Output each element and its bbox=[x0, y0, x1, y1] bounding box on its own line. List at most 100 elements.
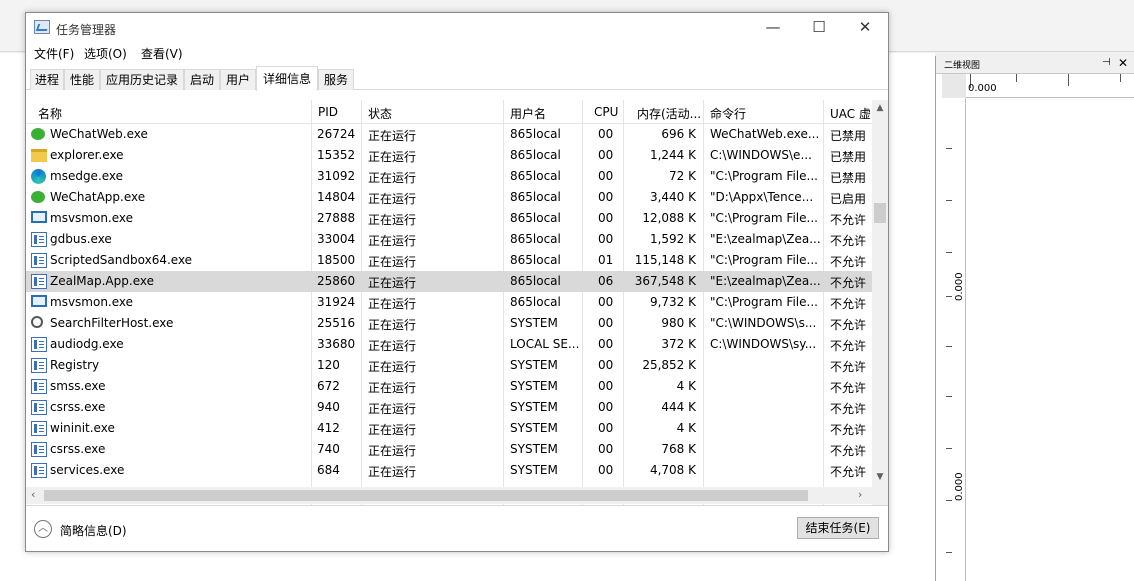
process-name: ScriptedSandbox64.exe bbox=[50, 253, 193, 267]
table-row[interactable]: explorer.exe 15352 正在运行 865local 00 1,244 K C:… bbox=[26, 145, 872, 166]
process-name: explorer.exe bbox=[50, 148, 124, 162]
table-row[interactable]: Registry 120 正在运行 SYSTEM 00 25,852 K 不允许 bbox=[26, 355, 872, 376]
process-user: SYSTEM bbox=[510, 316, 558, 330]
process-uac: 不允许 bbox=[830, 465, 867, 479]
table-row[interactable]: csrss.exe 940 正在运行 SYSTEM 00 444 K 不允许 bbox=[26, 397, 872, 418]
table-row[interactable]: audiodg.exe 33680 正在运行 LOCAL SE... 00 372 K C:… bbox=[26, 334, 872, 355]
edge-icon bbox=[31, 169, 46, 184]
process-uac: 不允许 bbox=[830, 381, 867, 395]
scroll-right-icon[interactable]: › bbox=[858, 488, 862, 501]
menu-options[interactable]: 选项(O) bbox=[84, 45, 127, 62]
end-task-button[interactable]: 结束任务(E) bbox=[797, 517, 879, 539]
process-pid: 740 bbox=[317, 442, 340, 456]
table-row[interactable]: ZealMap.App.exe 25860 正在运行 865local 06 367,54… bbox=[26, 271, 872, 292]
process-cpu: 00 bbox=[598, 169, 614, 183]
horizontal-scrollbar[interactable]: ‹ › bbox=[26, 487, 872, 504]
process-name: WeChatApp.exe bbox=[50, 190, 146, 204]
tab-startup[interactable]: 启动 bbox=[184, 69, 220, 90]
tab-details[interactable]: 详细信息 bbox=[256, 66, 318, 91]
table-row[interactable]: wininit.exe 412 正在运行 SYSTEM 00 4 K 不允许 bbox=[26, 418, 872, 439]
process-uac: 不允许 bbox=[830, 276, 867, 290]
process-uac: 不允许 bbox=[830, 402, 867, 416]
process-pid: 412 bbox=[317, 421, 340, 435]
process-name: WeChatWeb.exe bbox=[50, 127, 148, 141]
task-manager-icon bbox=[34, 20, 50, 34]
process-user: LOCAL SE... bbox=[510, 337, 580, 351]
process-command-line: "D:\Appx\Tence... bbox=[710, 190, 814, 204]
minimize-button[interactable]: — bbox=[750, 13, 796, 43]
vertical-scrollbar[interactable]: ▲ ▼ bbox=[872, 100, 888, 505]
process-cpu: 00 bbox=[598, 190, 614, 204]
pin-icon[interactable]: ⊣ bbox=[1102, 57, 1111, 68]
process-cpu: 00 bbox=[598, 316, 614, 330]
scroll-down-icon[interactable]: ▼ bbox=[872, 472, 888, 482]
process-uac: 不允许 bbox=[830, 444, 867, 458]
column-cpu[interactable]: CPU bbox=[594, 105, 618, 119]
process-pid: 684 bbox=[317, 463, 340, 477]
column-pid[interactable]: PID bbox=[318, 105, 338, 119]
tab-users[interactable]: 用户 bbox=[220, 69, 256, 90]
ruler-y-label: 0.000 bbox=[954, 472, 965, 501]
title-bar[interactable]: 任务管理器 — ☐ ✕ bbox=[26, 13, 888, 43]
close-icon[interactable]: ✕ bbox=[1118, 56, 1128, 70]
process-pid: 25860 bbox=[317, 274, 356, 288]
column-command-line[interactable]: 命令行 bbox=[710, 105, 746, 122]
scroll-up-icon[interactable]: ▲ bbox=[872, 103, 888, 113]
tab-services[interactable]: 服务 bbox=[318, 69, 354, 90]
process-command-line: WeChatWeb.exe... bbox=[710, 127, 820, 141]
process-pid: 18500 bbox=[317, 253, 356, 267]
process-pid: 25516 bbox=[317, 316, 356, 330]
column-memory[interactable]: 内存(活动... bbox=[637, 105, 701, 122]
table-row[interactable]: SearchFilterHost.exe 25516 正在运行 SYSTEM 00 980… bbox=[26, 313, 872, 334]
process-user: 865local bbox=[510, 169, 561, 183]
process-name: csrss.exe bbox=[50, 400, 106, 414]
process-cpu: 00 bbox=[598, 400, 614, 414]
process-command-line: "E:\zealmap\Zea... bbox=[710, 232, 820, 246]
app-icon bbox=[31, 379, 47, 394]
vertical-ruler bbox=[942, 98, 966, 581]
process-name: smss.exe bbox=[50, 379, 106, 393]
app-icon bbox=[31, 358, 47, 373]
app-icon bbox=[31, 421, 47, 436]
table-row[interactable]: smss.exe 672 正在运行 SYSTEM 00 4 K 不允许 bbox=[26, 376, 872, 397]
table-row[interactable]: ScriptedSandbox64.exe 18500 正在运行 865local 01… bbox=[26, 250, 872, 271]
collapse-chevron-icon[interactable]: ︿ bbox=[34, 520, 52, 538]
table-row[interactable]: WeChatApp.exe 14804 正在运行 865local 00 3,440 K "… bbox=[26, 187, 872, 208]
process-status: 正在运行 bbox=[368, 423, 417, 437]
process-memory: 9,732 K bbox=[649, 295, 696, 309]
close-button[interactable]: ✕ bbox=[842, 13, 888, 43]
column-status[interactable]: 状态 bbox=[368, 105, 392, 122]
process-user: 865local bbox=[510, 295, 561, 309]
process-uac: 不允许 bbox=[830, 297, 867, 311]
table-row[interactable]: msvsmon.exe 31924 正在运行 865local 00 9,732 K "C:… bbox=[26, 292, 872, 313]
table-row[interactable]: WeChatWeb.exe 26724 正在运行 865local 00 696 K WeC… bbox=[26, 124, 872, 145]
process-memory: 25,852 K bbox=[642, 358, 696, 372]
table-row[interactable]: gdbus.exe 33004 正在运行 865local 00 1,592 K "E:\z… bbox=[26, 229, 872, 250]
summary-toggle[interactable]: 简略信息(D) bbox=[60, 522, 127, 539]
scroll-left-icon[interactable]: ‹ bbox=[31, 488, 35, 501]
process-cpu: 01 bbox=[598, 253, 614, 267]
process-status: 正在运行 bbox=[368, 213, 417, 227]
table-row[interactable]: msvsmon.exe 27888 正在运行 865local 00 12,088 K "C… bbox=[26, 208, 872, 229]
horizontal-scroll-thumb[interactable] bbox=[44, 490, 808, 501]
process-user: 865local bbox=[510, 148, 561, 162]
vertical-scroll-thumb[interactable] bbox=[874, 203, 886, 223]
column-name[interactable]: 名称 bbox=[38, 105, 62, 122]
maximize-button[interactable]: ☐ bbox=[796, 13, 842, 43]
column-uac[interactable]: UAC 虚 bbox=[830, 105, 871, 122]
menu-view[interactable]: 查看(V) bbox=[141, 45, 183, 62]
process-uac: 不允许 bbox=[830, 255, 867, 269]
table-row[interactable]: services.exe 684 正在运行 SYSTEM 00 4,708 K 不允许 bbox=[26, 460, 872, 481]
process-pid: 33004 bbox=[317, 232, 356, 246]
tab-processes[interactable]: 进程 bbox=[30, 69, 64, 90]
tab-app-history[interactable]: 应用历史记录 bbox=[100, 69, 184, 90]
table-row[interactable]: msedge.exe 31092 正在运行 865local 00 72 K "C:\Pro… bbox=[26, 166, 872, 187]
process-status: 正在运行 bbox=[368, 402, 417, 416]
column-username[interactable]: 用户名 bbox=[510, 105, 546, 122]
process-status: 正在运行 bbox=[368, 234, 417, 248]
tab-performance[interactable]: 性能 bbox=[64, 69, 100, 90]
table-row[interactable]: csrss.exe 740 正在运行 SYSTEM 00 768 K 不允许 bbox=[26, 439, 872, 460]
process-user: 865local bbox=[510, 253, 561, 267]
process-status: 正在运行 bbox=[368, 360, 417, 374]
menu-file[interactable]: 文件(F) bbox=[34, 45, 74, 62]
